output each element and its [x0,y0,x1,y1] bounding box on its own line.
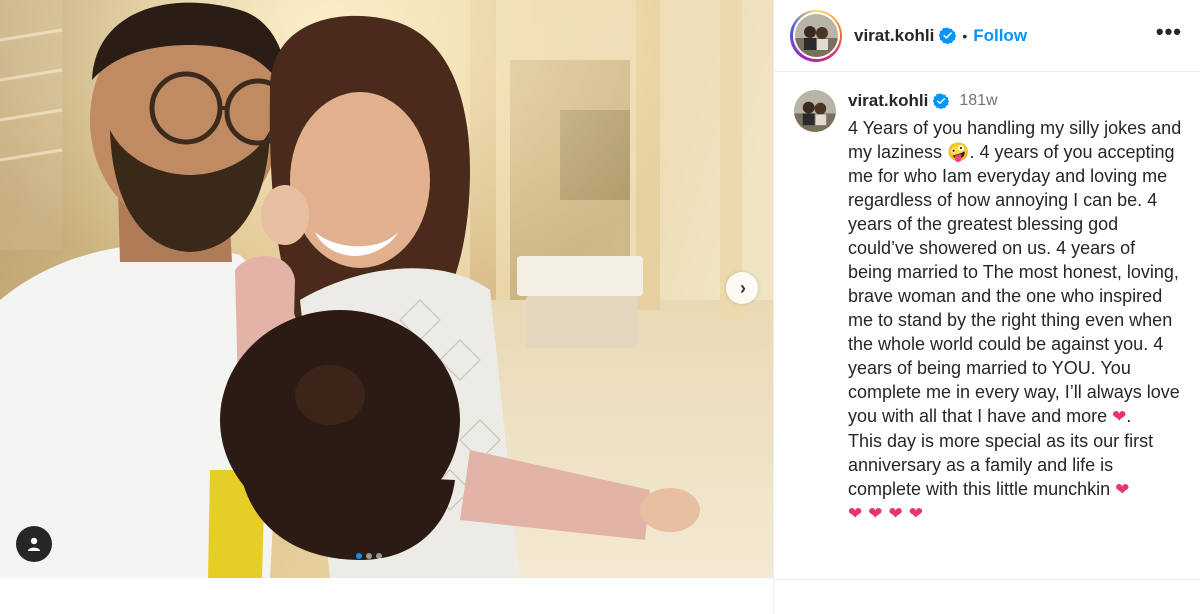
carousel-dot [376,553,382,559]
carousel-dot [356,553,362,559]
user-tag-icon [28,537,40,551]
caption: virat.kohli 181w 4 Years of you handling… [774,72,1200,524]
verified-badge-icon [933,93,950,109]
post-media[interactable]: › [0,0,773,578]
next-slide-button[interactable]: › [726,272,758,304]
follow-button[interactable]: Follow [973,26,1027,46]
story-ring[interactable] [790,9,842,62]
post-header: virat.kohli • Follow ••• [774,0,1200,72]
heart-emoji-icon: ❤ [1112,407,1127,426]
carousel-dot [366,553,372,559]
hearts-row: ❤❤❤❤ [848,504,929,523]
heart-emoji-icon: ❤ [1115,480,1130,499]
caption-avatar[interactable] [794,90,836,132]
caption-paragraph-1: 4 Years of you handling my silly jokes a… [848,118,1187,426]
header-separator: • [962,27,968,44]
post-photo [0,0,773,578]
carousel-indicators [356,553,382,559]
divider [774,579,1200,580]
chevron-right-icon: › [740,278,746,298]
post-side-panel: virat.kohli • Follow ••• virat.kohli 181… [773,0,1200,614]
more-options-icon[interactable]: ••• [1156,20,1182,43]
caption-paragraph-1-end: . [1126,406,1132,426]
caption-username[interactable]: virat.kohli [848,91,928,111]
verified-badge-icon [939,27,957,44]
post-timestamp[interactable]: 181w [959,92,997,110]
caption-text: 4 Years of you handling my silly jokes a… [848,116,1184,502]
caption-paragraph-2: This day is more special as its our firs… [848,431,1159,499]
header-username[interactable]: virat.kohli [854,26,934,46]
tagged-users-button[interactable] [16,526,52,562]
header-user-info: virat.kohli • Follow [854,26,1156,46]
avatar [794,14,838,57]
